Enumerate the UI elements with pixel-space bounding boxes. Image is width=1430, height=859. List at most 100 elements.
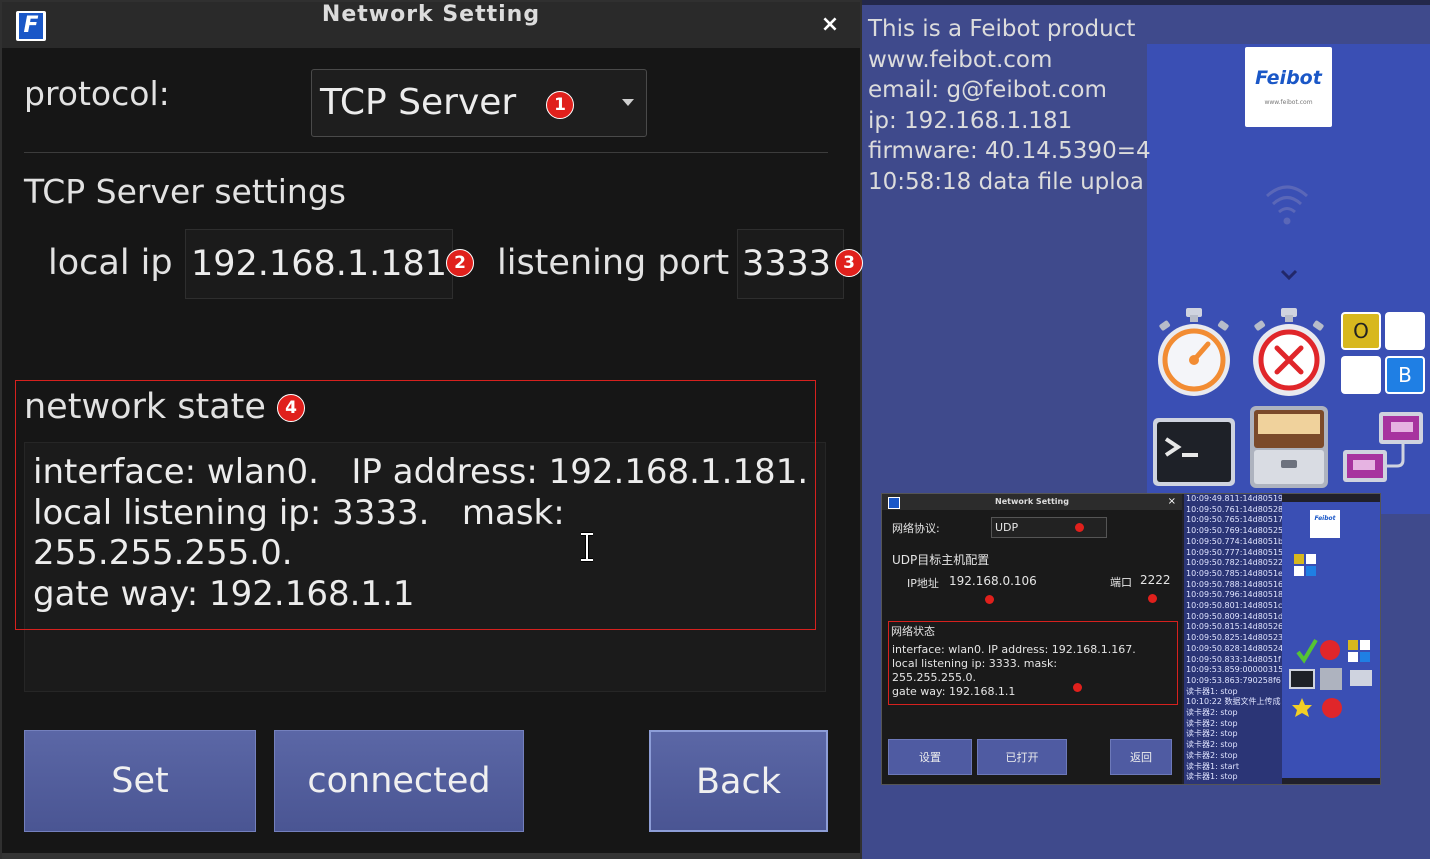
info-line: firmware: 40.14.5390=4 bbox=[868, 138, 1151, 164]
mini-close-icon: × bbox=[1167, 496, 1176, 507]
mini-log-row: 读卡器1: stop bbox=[1186, 772, 1238, 782]
mini-log-row: 10:09:50.782:14d80522 bbox=[1186, 558, 1282, 568]
feibot-logo: Feibot www.feibot.com bbox=[1245, 47, 1332, 127]
mini-badge-3 bbox=[1148, 594, 1157, 603]
badge-3: 3 bbox=[835, 249, 863, 277]
network-state-line: 255.255.255.0. bbox=[33, 533, 293, 573]
mini-protocol-select: UDP bbox=[991, 517, 1107, 538]
mini-log-row: 10:09:53.859:00000315 bbox=[1186, 665, 1282, 675]
mini-state-text: interface: wlan0. IP address: 192.168.1.… bbox=[892, 643, 1136, 698]
protocol-label: protocol: bbox=[24, 74, 170, 113]
mini-badge-4 bbox=[1073, 683, 1082, 692]
info-line: ip: 192.168.1.181 bbox=[868, 107, 1073, 134]
mini-port-label: 端口 bbox=[1110, 576, 1132, 589]
chevron-down-icon bbox=[622, 99, 634, 106]
mini-window-title: Network Setting bbox=[882, 494, 1182, 510]
network-state-line: interface: wlan0. IP address: 192.168.1.… bbox=[33, 452, 809, 492]
info-line: 10:58:18 data file uploa bbox=[868, 168, 1144, 195]
window-title: Network Setting bbox=[321, 2, 541, 27]
mini-desktop: Feibot bbox=[1282, 502, 1380, 778]
mini-log-list: 10:09:49.811:14d80519 10:09:50.761:14d805… bbox=[1184, 494, 1282, 784]
badge-4: 4 bbox=[277, 394, 305, 422]
mini-back-button: 返回 bbox=[1110, 739, 1172, 775]
chevron-down-icon[interactable] bbox=[1279, 268, 1299, 282]
dialog-bottom-edge bbox=[2, 853, 860, 859]
info-line: email: g@feibot.com bbox=[868, 77, 1107, 103]
mini-state-title: 网络状态 bbox=[891, 625, 935, 638]
set-button[interactable]: Set bbox=[24, 730, 256, 832]
mini-ip-value: 192.168.0.106 bbox=[949, 574, 1037, 588]
mini-feibot-logo: Feibot bbox=[1310, 510, 1340, 538]
mini-log-row: 10:09:50.788:14d80516 bbox=[1186, 579, 1282, 589]
mini-connected-button: 已打开 bbox=[977, 739, 1067, 775]
timer-icon[interactable] bbox=[1152, 306, 1236, 400]
mini-badge-2 bbox=[985, 595, 994, 604]
mini-log-row: 10:09:50.809:14d8051d bbox=[1186, 611, 1282, 621]
mini-desktop-icons bbox=[1289, 554, 1372, 718]
local-ip-value: 192.168.1.181 bbox=[191, 244, 448, 284]
mini-log-row: 10:09:49.811:14d80519 bbox=[1186, 494, 1282, 503]
protocol-selected-value: TCP Server bbox=[320, 82, 517, 123]
network-setting-dialog: F Network Setting × protocol: TCP Server… bbox=[0, 0, 863, 859]
terminal-icon[interactable] bbox=[1152, 417, 1236, 487]
mini-protocol-label: 网络协议: bbox=[892, 522, 940, 535]
desktop-top-band bbox=[862, 0, 1430, 5]
mini-ip-label: IP地址 bbox=[907, 577, 939, 590]
info-line: www.feibot.com bbox=[868, 46, 1053, 73]
mini-log-row: 读卡器2: stop bbox=[1186, 750, 1238, 760]
mini-port-value: 2222 bbox=[1140, 573, 1171, 587]
mini-log-row: 10:09:50.796:14d80518 bbox=[1186, 590, 1282, 600]
network-state-title: network state bbox=[24, 387, 266, 427]
mini-log-row: 10:09:50.761:14d80528 bbox=[1186, 504, 1282, 514]
listening-port-value: 3333 bbox=[742, 244, 832, 284]
mini-log-row: 10:09:50.765:14d80517 bbox=[1186, 515, 1282, 525]
reference-screenshot-thumbnail: Network Setting × 网络协议: UDP UDP目标主机配置 IP… bbox=[881, 493, 1381, 785]
cancel-timer-icon[interactable] bbox=[1247, 306, 1331, 400]
mini-log-row: 10:09:50.825:14d80523 bbox=[1186, 633, 1282, 643]
badge-2: 2 bbox=[446, 249, 474, 277]
mini-network-dialog: Network Setting × 网络协议: UDP UDP目标主机配置 IP… bbox=[882, 494, 1182, 784]
mini-log-row: 10:09:50.785:14d8051e bbox=[1186, 568, 1282, 578]
wifi-icon[interactable] bbox=[1262, 178, 1312, 234]
mini-log-row: 读卡器1: start bbox=[1186, 761, 1239, 771]
mini-settings-title: UDP目标主机配置 bbox=[892, 553, 990, 567]
mini-log-row: 10:09:50.774:14d8051b bbox=[1186, 536, 1282, 546]
protocol-select[interactable]: TCP Server 1 bbox=[311, 69, 647, 137]
mini-set-button: 设置 bbox=[888, 739, 972, 775]
badge-1: 1 bbox=[546, 91, 574, 119]
close-button[interactable]: × bbox=[816, 10, 844, 40]
local-ip-field[interactable]: 192.168.1.181 bbox=[185, 229, 453, 299]
device-info-text: This is a Feibot product www.feibot.com em… bbox=[868, 14, 1151, 197]
mini-log-row: 读卡器1: stop bbox=[1186, 686, 1238, 696]
o-b-toggle-icon[interactable]: O B bbox=[1341, 312, 1427, 396]
local-ip-label: local ip bbox=[48, 243, 173, 283]
text-cursor-icon bbox=[581, 532, 593, 562]
mini-log-row: 10:09:50.833:14d8051f bbox=[1186, 654, 1281, 664]
network-state-text: interface: wlan0. IP address: 192.168.1.… bbox=[33, 452, 823, 614]
network-state-line: gate way: 192.168.1.1 bbox=[33, 573, 415, 614]
mini-log-row: 10:09:53.863:790258f6 bbox=[1186, 675, 1281, 685]
listening-port-label: listening port bbox=[497, 243, 730, 283]
remote-desktop-icon[interactable] bbox=[1341, 410, 1427, 490]
mini-log-row: 读卡器2: stop bbox=[1186, 740, 1238, 750]
listening-port-field[interactable]: 3333 bbox=[737, 229, 844, 299]
mini-log-row: 10:09:50.769:14d80525 bbox=[1186, 526, 1282, 536]
mini-log-row: 读卡器2: stop bbox=[1186, 708, 1238, 718]
mini-app-logo-icon bbox=[888, 497, 900, 509]
mini-log-row: 10:10:22 数据文件上传成 bbox=[1186, 697, 1281, 707]
mini-log-row: 10:09:50.815:14d80526 bbox=[1186, 622, 1282, 632]
mini-log-row: 读卡器2: stop bbox=[1186, 729, 1238, 739]
mini-log-row: 读卡器2: stop bbox=[1186, 718, 1238, 728]
back-button[interactable]: Back bbox=[649, 730, 828, 832]
network-state-line: local listening ip: 3333. mask: bbox=[33, 492, 565, 533]
info-line: This is a Feibot product bbox=[868, 16, 1136, 42]
title-bar: F Network Setting × bbox=[2, 2, 860, 48]
mini-log-row: 10:09:50.828:14d80524 bbox=[1186, 643, 1282, 653]
mini-log-row: 10:09:50.777:14d80515 bbox=[1186, 547, 1282, 557]
file-cabinet-icon[interactable] bbox=[1248, 404, 1330, 490]
tcp-server-settings-title: TCP Server settings bbox=[24, 172, 346, 211]
section-divider bbox=[24, 152, 828, 153]
mini-log-row: 10:09:50.801:14d8051c bbox=[1186, 601, 1282, 611]
connected-button[interactable]: connected bbox=[274, 730, 524, 832]
mini-badge-1 bbox=[1075, 523, 1084, 532]
